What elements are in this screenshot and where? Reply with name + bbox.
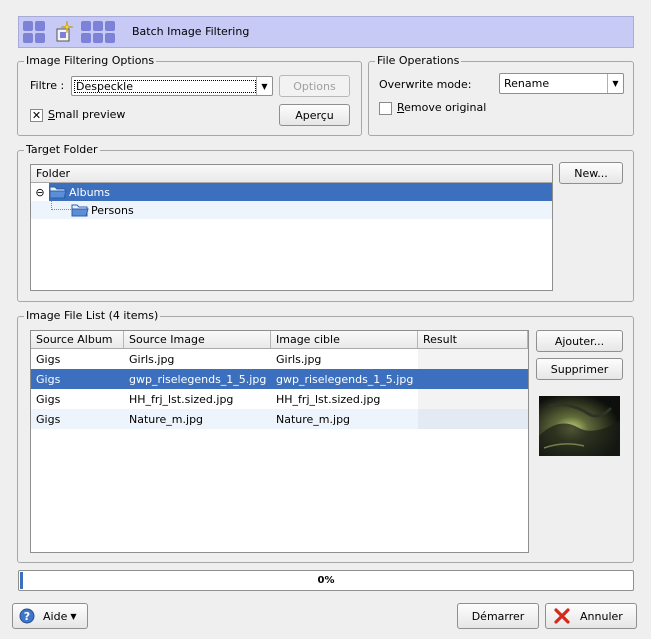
column-header-image-cible[interactable]: Image cible <box>271 331 418 348</box>
table-row[interactable]: Gigs gwp_riselegends_1_5.jpg gwp_riseleg… <box>31 369 528 389</box>
folder-open-icon <box>71 204 89 217</box>
new-folder-button-label: New... <box>574 166 608 180</box>
folder-open-icon <box>49 186 67 199</box>
table-row[interactable]: Gigs Nature_m.jpg Nature_m.jpg <box>31 409 528 429</box>
chevron-down-icon: ▼ <box>70 611 77 621</box>
small-preview-checkbox[interactable]: ✕ <box>30 109 43 122</box>
chevron-down-icon: ▼ <box>607 74 623 93</box>
preview-button-label: Aperçu <box>295 108 334 122</box>
folder-tree-header: Folder <box>31 165 552 183</box>
help-icon: ? <box>19 608 35 624</box>
table-row[interactable]: Gigs Girls.jpg Girls.jpg <box>31 349 528 369</box>
file-operations-group: File Operations Overwrite mode: Rename ▼… <box>368 54 634 136</box>
cell-image-cible: HH_frj_lst.sized.jpg <box>276 392 381 406</box>
remove-image-button-label: Supprimer <box>550 362 609 376</box>
cell-source-album: Gigs <box>36 372 61 386</box>
column-header-result[interactable]: Result <box>418 331 528 348</box>
cell-image-cible: Girls.jpg <box>276 352 322 366</box>
cell-image-cible: Nature_m.jpg <box>276 412 351 426</box>
cell-source-album: Gigs <box>36 352 61 366</box>
start-button-label: Démarrer <box>471 609 525 623</box>
column-header-source-album[interactable]: Source Album <box>31 331 124 348</box>
group-title: File Operations <box>375 54 462 67</box>
start-button[interactable]: Démarrer <box>457 603 539 629</box>
folder-tree[interactable]: Folder ⊖ Albums Persons <box>30 164 553 291</box>
tree-item-persons[interactable]: Persons <box>31 201 552 219</box>
cell-image-cible: gwp_riselegends_1_5.jpg <box>276 372 414 386</box>
small-preview-label: Small preview <box>48 108 125 121</box>
small-preview-mnemonic: S <box>48 108 55 121</box>
tree-item-albums[interactable]: ⊖ Albums <box>31 183 552 201</box>
header-banner: Batch Image Filtering <box>18 16 634 48</box>
new-folder-button[interactable]: New... <box>559 162 623 184</box>
overwrite-mode-select[interactable]: Rename ▼ <box>499 73 624 94</box>
banner-tiles-graphic <box>23 21 133 45</box>
cancel-button[interactable]: Annuler <box>545 603 637 629</box>
options-button[interactable]: Options <box>279 75 350 97</box>
help-button[interactable]: ? Aide ▼ <box>12 603 88 629</box>
cancel-button-label: Annuler <box>580 609 623 623</box>
svg-text:?: ? <box>24 610 30 623</box>
target-folder-group: Target Folder Folder ⊖ Albums Persons Ne… <box>17 143 634 302</box>
check-icon: ✕ <box>31 109 42 122</box>
cell-source-image: Nature_m.jpg <box>129 412 204 426</box>
page-title: Batch Image Filtering <box>132 25 250 38</box>
remove-image-button[interactable]: Supprimer <box>536 358 623 380</box>
collapse-icon[interactable]: ⊖ <box>31 183 49 201</box>
group-title: Image Filtering Options <box>24 54 157 67</box>
filter-label: Filtre : <box>30 79 65 92</box>
cell-source-album: Gigs <box>36 412 61 426</box>
table-header: Source Album Source Image Image cible Re… <box>31 331 528 349</box>
cell-source-album: Gigs <box>36 392 61 406</box>
group-title: Target Folder <box>24 143 100 156</box>
remove-original-checkbox[interactable] <box>379 102 392 115</box>
remove-original-label: Remove original <box>397 101 486 114</box>
cell-result <box>418 389 528 409</box>
table-row[interactable]: Gigs HH_frj_lst.sized.jpg HH_frj_lst.siz… <box>31 389 528 409</box>
small-preview-text: mall preview <box>54 108 126 121</box>
filter-select-value: Despeckle <box>74 79 256 93</box>
image-file-table[interactable]: Source Album Source Image Image cible Re… <box>30 330 529 553</box>
chevron-down-icon: ▼ <box>256 77 272 95</box>
column-header-source-image[interactable]: Source Image <box>124 331 271 348</box>
help-button-label: Aide <box>43 609 68 623</box>
image-file-list-group: Image File List (4 items) Source Album S… <box>17 309 634 563</box>
remove-original-text: emove original <box>404 101 487 114</box>
cell-result <box>418 349 528 369</box>
add-image-button-label: Ajouter... <box>554 334 605 348</box>
add-image-button[interactable]: Ajouter... <box>536 330 623 352</box>
filter-select[interactable]: Despeckle ▼ <box>71 76 273 96</box>
image-preview-thumbnail <box>539 396 620 456</box>
column-header-folder[interactable]: Folder <box>31 165 552 182</box>
batch-filter-icon <box>56 20 74 42</box>
overwrite-mode-value: Rename <box>504 77 550 90</box>
overwrite-mode-label: Overwrite mode: <box>379 78 472 91</box>
tree-item-label: Albums <box>69 185 110 199</box>
options-button-label: Options <box>293 79 336 93</box>
group-title: Image File List (4 items) <box>24 309 161 322</box>
close-icon <box>554 608 570 624</box>
cell-source-image: gwp_riselegends_1_5.jpg <box>129 372 267 386</box>
progress-text: 0% <box>317 575 335 586</box>
tree-branch-line <box>51 201 71 210</box>
preview-button[interactable]: Aperçu <box>279 104 350 126</box>
cell-result <box>418 409 528 429</box>
tree-item-label: Persons <box>91 203 134 217</box>
filtering-options-group: Image Filtering Options Filtre : Despeck… <box>17 54 362 136</box>
cell-source-image: Girls.jpg <box>129 352 175 366</box>
cell-source-image: HH_frj_lst.sized.jpg <box>129 392 234 406</box>
progress-bar: 0% <box>18 570 634 591</box>
